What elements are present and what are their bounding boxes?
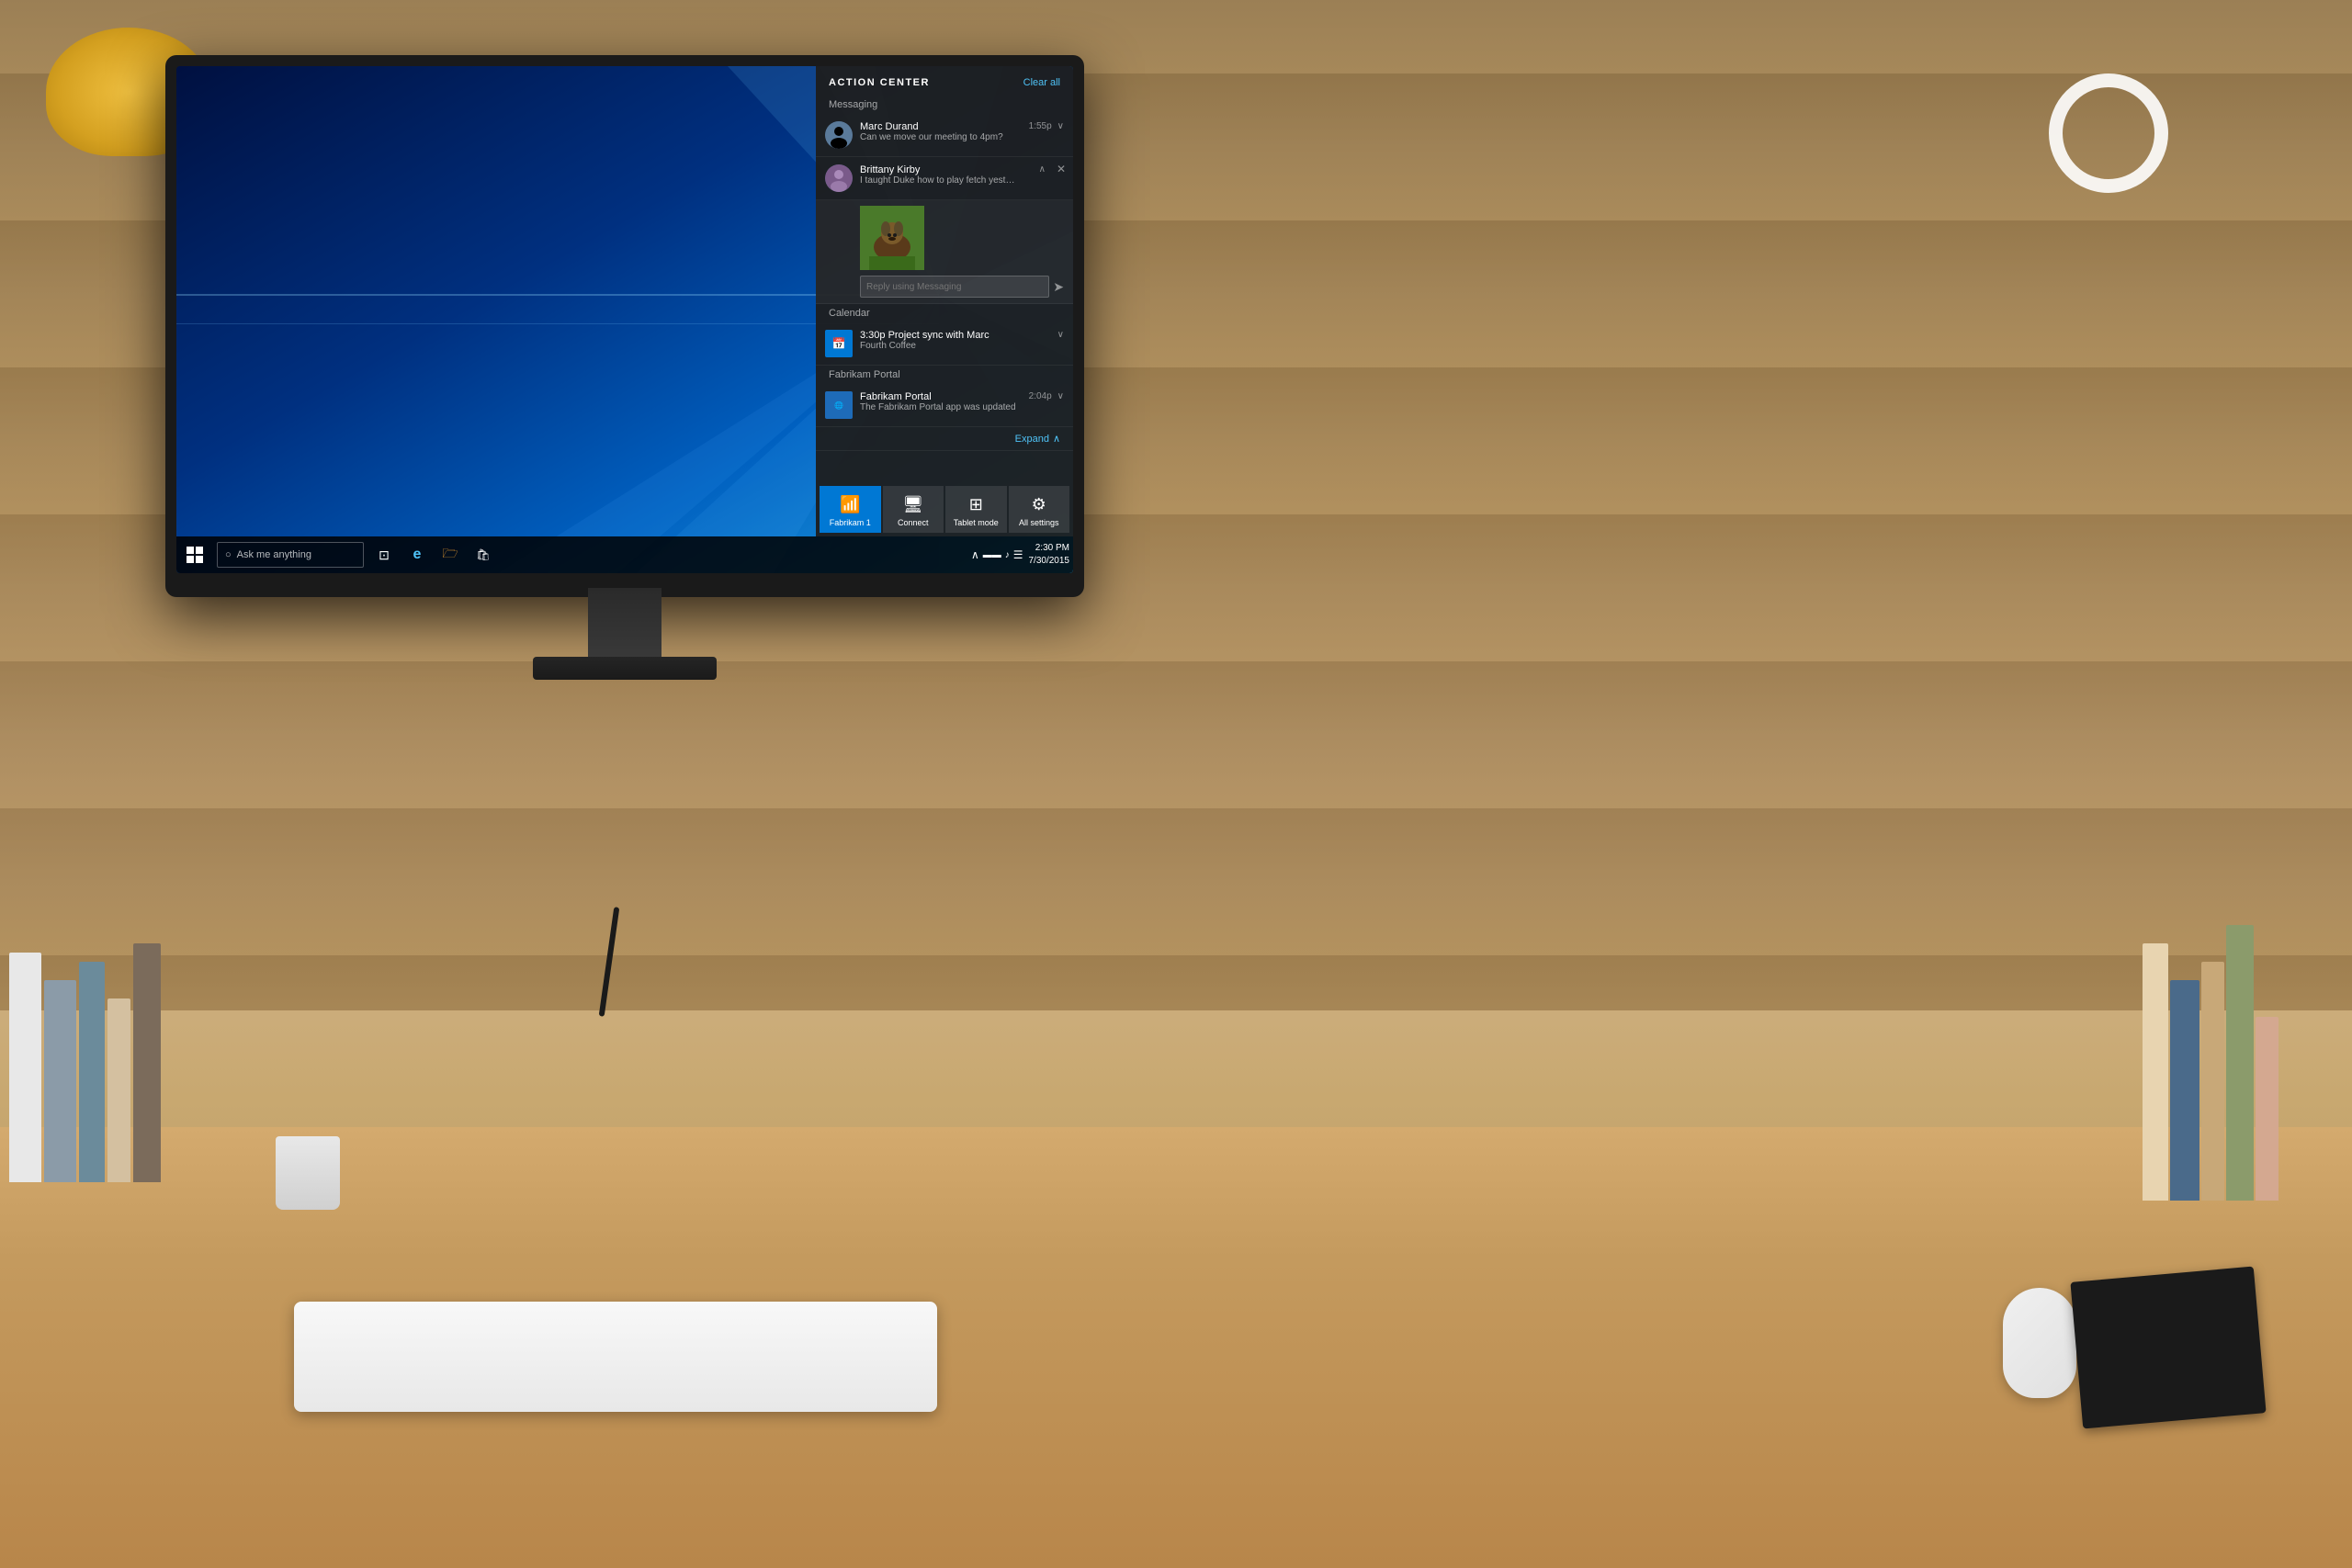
brittany-collapse-icon[interactable]: ∧ — [1039, 164, 1046, 175]
brittany-notification-content: Brittany Kirby I taught Duke how to play… — [860, 164, 1046, 186]
clock: 2:30 PM 7/30/2015 — [1029, 542, 1070, 568]
marc-time: 1:55p — [1029, 121, 1052, 131]
marc-notification-content: Marc Durand Can we move our meeting to 4… — [860, 121, 1064, 142]
fabrikam-icon: 🌐 — [825, 391, 853, 419]
fabrikam-section-label: Fabrikam Portal — [816, 366, 1073, 384]
calendar-icon: 📅 — [825, 330, 853, 357]
calendar-expand-icon[interactable]: ∨ — [1057, 330, 1064, 340]
fabrikam-message: The Fabrikam Portal app was updated — [860, 402, 1016, 412]
monitor-screen: ○ Ask me anything ⊡ e 🗁 🛍 — [176, 66, 1073, 573]
fabrikam-qa-label: Fabrikam 1 — [830, 518, 871, 527]
connect-qa-label: Connect — [898, 518, 929, 527]
fabrikam-sender-name: Fabrikam Portal — [860, 391, 1025, 402]
search-label: Ask me anything — [237, 549, 311, 560]
quick-action-fabrikam[interactable]: 📶 Fabrikam 1 — [820, 486, 881, 533]
books-right — [2143, 879, 2278, 1201]
brittany-avatar — [825, 164, 853, 192]
system-tray: ∧ ▬▬ ♪ ☰ 2:30 PM 7/30/2015 — [971, 542, 1073, 568]
expand-row: Expand ∧ — [816, 427, 1073, 451]
sound-icon[interactable]: ♪ — [1005, 550, 1010, 560]
mug — [276, 1136, 340, 1210]
keyboard — [294, 1302, 937, 1412]
quick-actions: 📶 Fabrikam 1 🖥 Connect ⊞ Tablet mode — [816, 482, 1073, 536]
fabrikam-expand-icon[interactable]: ∨ — [1057, 391, 1064, 401]
chevron-up-icon[interactable]: ∧ — [971, 548, 979, 561]
brittany-expanded-content: ➤ — [816, 200, 1073, 304]
store-icon[interactable]: 🛍 — [470, 542, 496, 568]
quick-action-connect[interactable]: 🖥 Connect — [883, 486, 944, 533]
brittany-sender-name: Brittany Kirby — [860, 164, 1035, 175]
search-icon: ○ — [225, 549, 232, 560]
clock-date: 7/30/2015 — [1029, 555, 1070, 568]
brittany-message: I taught Duke how to play fetch yesterda… — [860, 175, 1016, 186]
monitor-stand-base — [533, 657, 717, 680]
file-explorer-icon[interactable]: 🗁 — [437, 542, 463, 568]
system-tray-icons: ∧ ▬▬ ♪ ☰ — [971, 548, 1023, 561]
notification-brittany-kirby[interactable]: Brittany Kirby I taught Duke how to play… — [816, 157, 1073, 200]
taskbar: ○ Ask me anything ⊡ e 🗁 🛍 — [176, 536, 1073, 573]
notification-calendar[interactable]: 📅 3:30p Project sync with Marc Fourth Co… — [816, 322, 1073, 366]
quick-action-all-settings[interactable]: ⚙ All settings — [1009, 486, 1070, 533]
books-left — [9, 907, 161, 1182]
notebook — [2070, 1267, 2266, 1429]
fabrikam-time: 2:04p — [1029, 391, 1052, 401]
taskbar-pinned-apps: ⊡ e 🗁 🛍 — [371, 542, 496, 568]
cup-right — [2049, 73, 2168, 193]
tablet-qa-label: Tablet mode — [954, 518, 999, 527]
calendar-event-sub: Fourth Coffee — [860, 341, 1054, 351]
monitor-stand-neck — [588, 588, 662, 661]
action-center-panel: ACTION CENTER Clear all Messaging — [816, 66, 1073, 536]
action-center-icon[interactable]: ☰ — [1013, 548, 1023, 561]
notification-fabrikam[interactable]: 🌐 Fabrikam Portal The Fabrikam Portal ap… — [816, 384, 1073, 427]
brittany-close-button[interactable]: ✕ — [1057, 163, 1066, 175]
marc-expand-icon[interactable]: ∨ — [1057, 121, 1064, 131]
tablet-icon: ⊞ — [969, 495, 983, 514]
windows-logo-icon — [187, 547, 203, 563]
brittany-dog-image — [860, 206, 924, 270]
calendar-notification-content: 3:30p Project sync with Marc Fourth Coff… — [860, 330, 1054, 351]
reply-input[interactable] — [860, 276, 1049, 298]
clear-all-button[interactable]: Clear all — [1023, 77, 1060, 88]
task-view-button[interactable]: ⊡ — [371, 542, 397, 568]
marc-message: Can we move our meeting to 4pm? — [860, 132, 1016, 142]
settings-icon: ⚙ — [1032, 495, 1046, 514]
expand-label: Expand — [1015, 434, 1049, 445]
expand-chevron-icon: ∧ — [1053, 433, 1060, 445]
monitor-frame: ○ Ask me anything ⊡ e 🗁 🛍 — [165, 55, 1084, 597]
expand-button[interactable]: Expand ∧ — [1015, 433, 1060, 445]
start-button[interactable] — [176, 536, 213, 573]
brittany-reply-area: ➤ — [860, 276, 1064, 298]
clock-time: 2:30 PM — [1029, 542, 1070, 555]
settings-qa-label: All settings — [1019, 518, 1059, 527]
wifi-icon: 📶 — [840, 495, 860, 514]
action-center-header: ACTION CENTER Clear all — [816, 66, 1073, 96]
notification-marc-durand[interactable]: Marc Durand Can we move our meeting to 4… — [816, 114, 1073, 157]
calendar-event-title: 3:30p Project sync with Marc — [860, 330, 1054, 341]
calendar-section-label: Calendar — [816, 304, 1073, 322]
monitor: ○ Ask me anything ⊡ e 🗁 🛍 — [165, 55, 1084, 625]
quick-action-tablet-mode[interactable]: ⊞ Tablet mode — [945, 486, 1007, 533]
mouse — [2003, 1288, 2076, 1398]
network-icon[interactable]: ▬▬ — [983, 550, 1001, 560]
send-button[interactable]: ➤ — [1053, 279, 1064, 295]
action-center-title: ACTION CENTER — [829, 77, 930, 88]
edge-icon[interactable]: e — [404, 542, 430, 568]
marc-avatar — [825, 121, 853, 149]
fabrikam-notification-content: Fabrikam Portal The Fabrikam Portal app … — [860, 391, 1064, 412]
connect-icon: 🖥 — [902, 495, 923, 514]
marc-sender-name: Marc Durand — [860, 121, 1025, 132]
cortana-search[interactable]: ○ Ask me anything — [217, 542, 364, 568]
messaging-section-label: Messaging — [816, 96, 1073, 114]
